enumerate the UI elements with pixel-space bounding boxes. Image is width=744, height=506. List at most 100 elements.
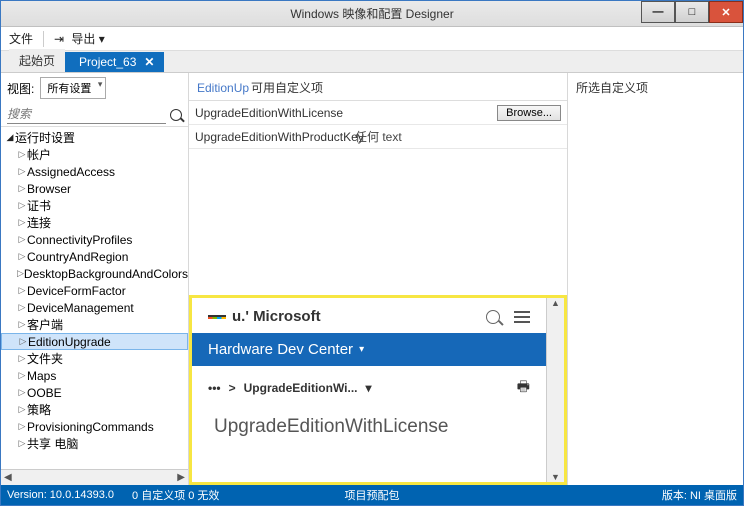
expand-arrow-icon: ▷ [17,370,27,381]
close-button[interactable]: ✕ [709,1,743,23]
tree-item-editionupgrade[interactable]: ▷EditionUpgrade [1,333,188,350]
row2-value: 任何 text [355,128,503,145]
tab-project[interactable]: Project_63 ✕ [65,52,164,72]
minimize-button[interactable]: — [641,1,675,23]
tree-item-label: 帐户 [27,146,51,163]
menu-file[interactable]: 文件 [9,30,33,47]
search-input[interactable] [7,105,166,124]
left-panel: 视图: 所有设置 ◢运行时设置 ▷帐户▷AssignedAccess▷Brows… [1,73,189,485]
tab-close-icon[interactable]: ✕ [144,55,154,69]
tree-item-countryandregion[interactable]: ▷CountryAndRegion [1,248,188,265]
search-icon[interactable] [170,109,182,121]
tree-item-label: Maps [27,369,56,383]
view-dropdown[interactable]: 所有设置 [40,77,106,99]
available-customizations-label: 可用自定义项 [251,79,323,96]
hamburger-icon[interactable] [514,311,530,323]
horizontal-scrollbar[interactable]: ◀▶ [1,469,188,485]
tree-root[interactable]: ◢运行时设置 [1,129,188,146]
export-icon: ⇥ [54,32,68,46]
table-row[interactable]: UpgradeEditionWithLicense Browse... [189,101,567,125]
doc-search-icon[interactable] [486,310,500,324]
tree-item-assignedaccess[interactable]: ▷AssignedAccess [1,163,188,180]
doc-breadcrumb: ••• > UpgradeEditionWi... ▾ 🖶 [192,366,546,410]
window-title: Windows 映像和配置 Designer [290,5,453,22]
chevron-down-icon: ▾ [359,344,364,355]
documentation-pane: u.' Microsoft Hardware Dev Center ▾ ••• … [189,295,567,485]
settings-tree: ◢运行时设置 ▷帐户▷AssignedAccess▷Browser▷证书▷连接▷… [1,127,188,469]
tree-item--[interactable]: ▷文件夹 [1,350,188,367]
expand-arrow-icon: ▷ [17,217,27,228]
expand-arrow-icon: ▷ [17,166,27,177]
expand-arrow-icon: ▷ [17,149,27,160]
tree-item-label: AssignedAccess [27,165,115,179]
expand-arrow-icon: ▷ [17,421,27,432]
expand-arrow-icon: ▷ [17,353,27,364]
tab-project-label: Project_63 [79,55,136,69]
tree-item--[interactable]: ▷客户端 [1,316,188,333]
expand-arrow-icon: ▷ [17,251,27,262]
bc-sep: > [229,381,236,395]
tree-item-maps[interactable]: ▷Maps [1,367,188,384]
tree-item--[interactable]: ▷证书 [1,197,188,214]
tree-item-devicemanagement[interactable]: ▷DeviceManagement [1,299,188,316]
tree-item-label: 策略 [27,401,51,418]
microsoft-label: u.' Microsoft [232,308,321,325]
tree-item-label: CountryAndRegion [27,250,128,264]
doc-bluebar[interactable]: Hardware Dev Center ▾ [192,333,546,366]
doc-scrollbar[interactable]: ▲▼ [546,298,564,482]
tree-item-browser[interactable]: ▷Browser [1,180,188,197]
customizations-table: UpgradeEditionWithLicense Browse... Upgr… [189,100,567,149]
doc-heading: UpgradeEditionWithLicense [192,410,546,444]
tree-item--[interactable]: ▷策略 [1,401,188,418]
row1-name: UpgradeEditionWithLicense [189,106,355,120]
maximize-button[interactable]: □ [675,1,709,23]
status-count: 0 自定义项 0 无效 [132,487,219,503]
app-icon [7,6,23,22]
tree-item--[interactable]: ▷共享 电脑 [1,435,188,452]
tree-item-provisioningcommands[interactable]: ▷ProvisioningCommands [1,418,188,435]
tree-item--[interactable]: ▷连接 [1,214,188,231]
tree-item-label: 客户端 [27,316,63,333]
tree-item-label: 共享 电脑 [27,435,78,452]
tree-item-label: Browser [27,182,71,196]
print-icon[interactable]: 🖶 [517,376,530,400]
expand-arrow-icon: ▷ [17,404,27,415]
tree-item-label: EditionUpgrade [28,335,111,349]
middle-panel: EditionUp 可用自定义项 UpgradeEditionWithLicen… [189,73,568,485]
expand-arrow-icon: ▷ [17,302,27,313]
tree-item--[interactable]: ▷帐户 [1,146,188,163]
expand-arrow-icon: ▷ [17,183,27,194]
microsoft-logo[interactable]: u.' Microsoft [208,308,321,325]
tree-item-label: ConnectivityProfiles [27,233,132,247]
browse-button[interactable]: Browse... [497,105,561,121]
tree-item-label: 连接 [27,214,51,231]
chevron-down-icon: ▾ [99,32,105,46]
expand-arrow-icon: ▷ [17,268,24,279]
tree-root-label: 运行时设置 [15,129,75,146]
status-version: Version: 10.0.14393.0 [7,489,114,501]
bc-item[interactable]: UpgradeEditionWi... [244,381,358,395]
tree-item-deviceformfactor[interactable]: ▷DeviceFormFactor [1,282,188,299]
titlebar: Windows 映像和配置 Designer — □ ✕ [1,1,743,27]
tree-item-label: 证书 [27,197,51,214]
menu-export[interactable]: ⇥ 导出 ▾ [54,30,105,47]
tab-start[interactable]: 起始页 [9,49,65,72]
status-project: 项目预配包 [345,487,400,503]
menubar: 文件 ⇥ 导出 ▾ [1,27,743,51]
bc-ellipsis[interactable]: ••• [208,381,221,395]
right-panel: 所选自定义项 [568,73,743,485]
tree-item-desktopbackgroundandcolors[interactable]: ▷DesktopBackgroundAndColors [1,265,188,282]
selected-customizations-label: 所选自定义项 [576,79,735,96]
expand-arrow-icon: ▷ [17,319,27,330]
expand-arrow-icon: ▷ [18,336,28,347]
tree-item-oobe[interactable]: ▷OOBE [1,384,188,401]
tree-item-label: DesktopBackgroundAndColors [24,267,188,281]
tree-item-connectivityprofiles[interactable]: ▷ConnectivityProfiles [1,231,188,248]
table-row[interactable]: UpgradeEditionWithProductKey 任何 text [189,125,567,149]
tree-item-label: ProvisioningCommands [27,420,154,434]
expand-arrow-icon: ▷ [17,285,27,296]
breadcrumb-edition[interactable]: EditionUp [197,81,249,95]
row2-name: UpgradeEditionWithProductKey [189,130,355,144]
view-label: 视图: [7,80,34,97]
chevron-down-icon[interactable]: ▾ [366,381,372,395]
